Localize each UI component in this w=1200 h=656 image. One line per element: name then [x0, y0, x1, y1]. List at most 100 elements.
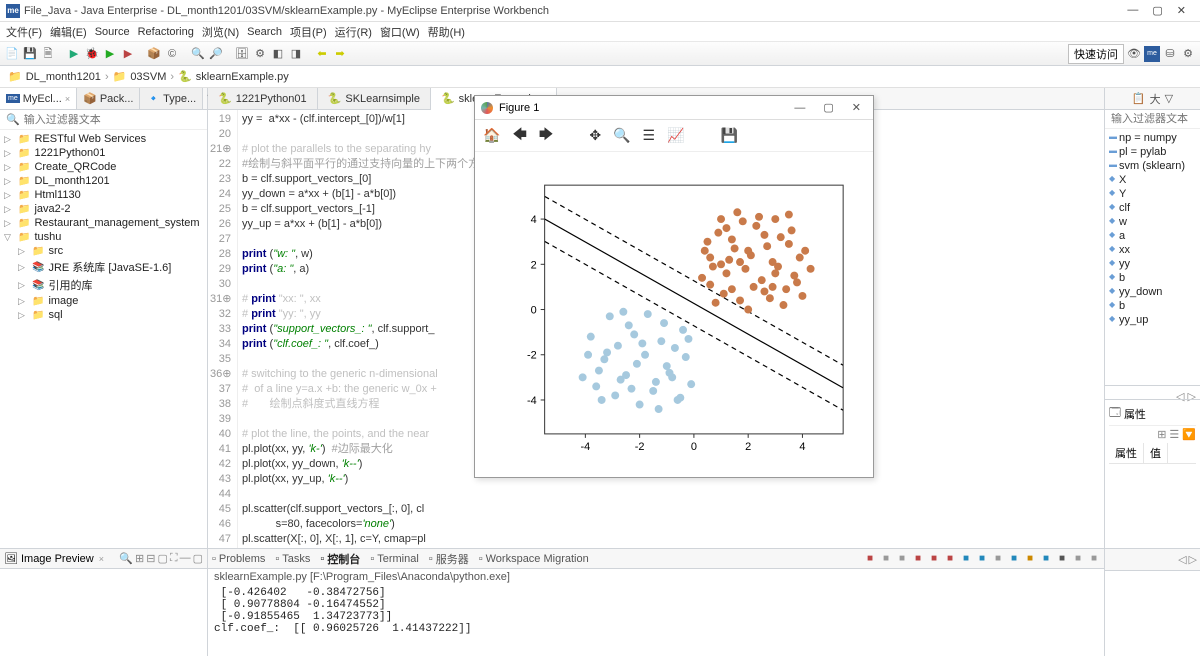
quick-access[interactable]: 快速访问 — [1068, 44, 1124, 64]
console-tab[interactable]: ▫Tasks — [275, 553, 310, 565]
ext-tool-icon[interactable]: ▶ — [120, 46, 136, 62]
nav-fwd-icon[interactable]: ➡ — [332, 46, 348, 62]
menu-item[interactable]: 运行(R) — [335, 24, 372, 40]
server-icon[interactable]: ⚙ — [252, 46, 268, 62]
prop-b-icon[interactable]: ☰ — [1169, 428, 1179, 441]
minimize-icon[interactable]: — — [1127, 4, 1138, 17]
zoom-icon[interactable]: 🔍 — [613, 127, 630, 144]
prev-max-icon[interactable]: ▢ — [193, 552, 203, 565]
filter-input[interactable] — [24, 114, 201, 126]
project-item[interactable]: ▷📁1221Python01 — [0, 146, 207, 160]
editor-tab[interactable]: 🐍SKLearnsimple — [318, 88, 431, 109]
project-item[interactable]: ▷📁Html1130 — [0, 188, 207, 202]
outline-item[interactable]: ▬svm (sklearn) — [1107, 159, 1198, 173]
menu-item[interactable]: Source — [95, 26, 130, 38]
new-icon[interactable]: 📄 — [4, 46, 20, 62]
outline-item[interactable]: ◆b — [1107, 299, 1198, 313]
nav-back-icon[interactable]: ⬅ — [314, 46, 330, 62]
outline-item[interactable]: ▬np = numpy — [1107, 131, 1198, 145]
tree-child[interactable]: ▷📚JRE 系统库 [JavaSE-1.6] — [0, 258, 207, 276]
menu-item[interactable]: 浏览(N) — [202, 24, 239, 40]
matplotlib-figure[interactable]: Figure 1 — ▢ ✕ 🏠 🡄 🡆 ✥ 🔍 ☰ 📈 💾 -4-2024-4… — [474, 95, 874, 478]
menu-item[interactable]: 项目(P) — [290, 24, 327, 40]
project-tree[interactable]: ▷📁RESTful Web Services▷📁1221Python01▷📁Cr… — [0, 130, 207, 548]
br-b-icon[interactable]: ▷ — [1189, 553, 1197, 566]
search-icon[interactable]: 🔎 — [208, 46, 224, 62]
menu-item[interactable]: 编辑(E) — [50, 24, 87, 40]
persp-b-icon[interactable]: ⛁ — [1162, 46, 1178, 62]
console-tool-icon[interactable]: ■ — [912, 553, 924, 565]
outline-item[interactable]: ◆xx — [1107, 243, 1198, 257]
new-class-icon[interactable]: © — [164, 46, 180, 62]
prev-c-icon[interactable]: ⊟ — [146, 552, 155, 565]
outline-tree[interactable]: ▬np = numpy▬pl = pylab▬svm (sklearn)◆X◆Y… — [1105, 129, 1200, 385]
tab-type[interactable]: 🔹Type... — [140, 88, 203, 109]
menu-item[interactable]: Refactoring — [138, 26, 194, 38]
tool-b-icon[interactable]: ◨ — [288, 46, 304, 62]
console-tool-icon[interactable]: ■ — [992, 553, 1004, 565]
menu-item[interactable]: 文件(F) — [6, 24, 42, 40]
debug-icon[interactable]: 🐞 — [84, 46, 100, 62]
console-tool-icon[interactable]: ■ — [1056, 553, 1068, 565]
prev-a-icon[interactable]: 🔍 — [119, 552, 133, 565]
console-tool-icon[interactable]: ■ — [976, 553, 988, 565]
back-icon[interactable]: 🡄 — [512, 124, 526, 148]
console-tab[interactable]: ▫控制台 — [320, 551, 360, 567]
editor-tab[interactable]: 🐍1221Python01 — [208, 88, 318, 109]
project-item[interactable]: ▷📁DL_month1201 — [0, 174, 207, 188]
console-tool-icon[interactable]: ■ — [864, 553, 876, 565]
run-icon[interactable]: ▶ — [102, 46, 118, 62]
br-a-icon[interactable]: ◁ — [1178, 553, 1186, 566]
console-tool-icon[interactable]: ■ — [1040, 553, 1052, 565]
outline-item[interactable]: ◆b — [1107, 271, 1198, 285]
persp-eye-icon[interactable]: 👁 — [1126, 46, 1142, 62]
console-tool-icon[interactable]: ■ — [944, 553, 956, 565]
tree-child[interactable]: ▷📁src — [0, 244, 207, 258]
save-icon[interactable]: 💾 — [22, 46, 38, 62]
outline-item[interactable]: ◆yy_up — [1107, 313, 1198, 327]
prop-c-icon[interactable]: 🔽 — [1182, 428, 1196, 441]
console-output[interactable]: [-0.426402 -0.38472756] [ 0.90778804 -0.… — [208, 585, 1104, 656]
prev-min-icon[interactable]: — — [180, 552, 191, 565]
db-tool-icon[interactable]: 🗄 — [234, 46, 250, 62]
prev-d-icon[interactable]: ▢ — [157, 552, 167, 565]
outline-item[interactable]: ◆X — [1107, 173, 1198, 187]
close-preview-icon[interactable]: × — [99, 554, 104, 564]
outline-filter-input[interactable] — [1111, 113, 1200, 125]
save-all-icon[interactable]: 🗎 — [40, 46, 56, 62]
save-fig-icon[interactable]: 💾 — [721, 127, 738, 144]
persp-java-icon[interactable]: me — [1144, 46, 1160, 62]
project-item[interactable]: ▷📁RESTful Web Services — [0, 132, 207, 146]
outline-item[interactable]: ◆yy_down — [1107, 285, 1198, 299]
outline-menu-icon[interactable]: ▽ — [1165, 92, 1173, 105]
outline-item[interactable]: ◆Y — [1107, 187, 1198, 201]
project-item[interactable]: ▷📁Restaurant_management_system — [0, 216, 207, 230]
console-tool-icon[interactable]: ■ — [1072, 553, 1084, 565]
menu-item[interactable]: 窗口(W) — [380, 24, 420, 40]
fig-maximize-icon[interactable]: ▢ — [817, 101, 839, 114]
menu-item[interactable]: 帮助(H) — [428, 24, 465, 40]
console-tool-icon[interactable]: ■ — [928, 553, 940, 565]
outline-item[interactable]: ◆clf — [1107, 201, 1198, 215]
outline-item[interactable]: ▬pl = pylab — [1107, 145, 1198, 159]
project-item[interactable]: ▷📁java2-2 — [0, 202, 207, 216]
console-tab[interactable]: ▫服务器 — [429, 551, 469, 567]
close-icon[interactable]: ✕ — [1177, 4, 1186, 17]
new-pkg-icon[interactable]: 📦 — [146, 46, 162, 62]
prop-a-icon[interactable]: ⊞ — [1157, 428, 1166, 441]
pan-icon[interactable]: ✥ — [589, 127, 601, 144]
tab-myeclipse[interactable]: meMyEcl...× — [0, 88, 77, 109]
home-icon[interactable]: 🏠 — [483, 127, 500, 144]
tool-icon[interactable]: ▶ — [66, 46, 82, 62]
fig-close-icon[interactable]: ✕ — [846, 101, 867, 114]
configure-icon[interactable]: ☰ — [643, 127, 656, 144]
outline-item[interactable]: ◆yy — [1107, 257, 1198, 271]
project-item-expanded[interactable]: ▽📁tushu — [0, 230, 207, 244]
console-tab[interactable]: ▫Problems — [212, 553, 265, 565]
menu-item[interactable]: Search — [247, 26, 282, 38]
persp-c-icon[interactable]: ⚙ — [1180, 46, 1196, 62]
console-tool-icon[interactable]: ■ — [960, 553, 972, 565]
tree-child[interactable]: ▷📚引用的库 — [0, 276, 207, 294]
console-tool-icon[interactable]: ■ — [1088, 553, 1100, 565]
tree-child[interactable]: ▷📁sql — [0, 308, 207, 322]
